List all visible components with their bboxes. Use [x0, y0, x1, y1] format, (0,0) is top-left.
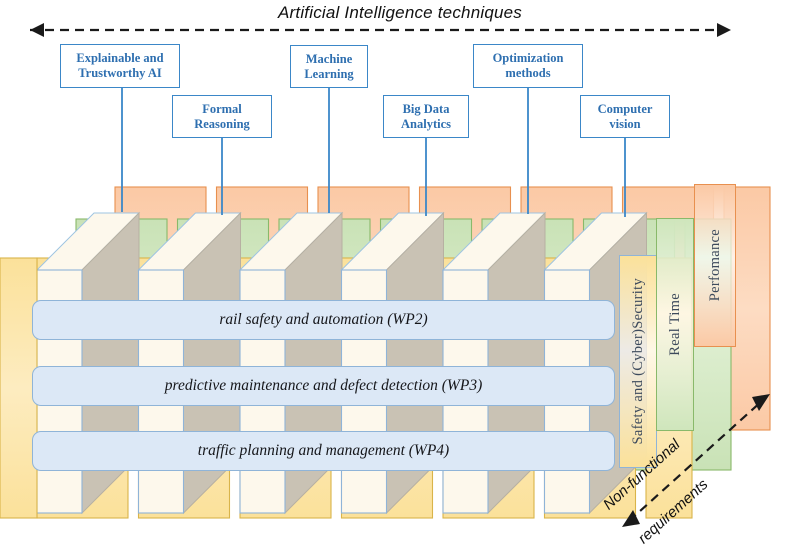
ai-technique-box-computer-vision[interactable]: Computer vision	[580, 95, 670, 138]
figure-canvas: Artificial Intelligence techniques Expla…	[0, 0, 800, 547]
ai-technique-label-machine-learning: Machine	[305, 51, 353, 66]
ai-technique-text-computer-vision: Computer vision	[581, 102, 669, 132]
ai-technique-label-explainable-trustworthy-ai: Explainable and	[76, 51, 164, 65]
ai-technique-text-machine-learning: Machine Learning	[291, 52, 367, 82]
ai-technique-label2-explainable-trustworthy-ai: Trustworthy AI	[78, 66, 162, 80]
ai-technique-label2-computer-vision: vision	[609, 116, 641, 131]
ai-technique-label2-formal-reasoning: Reasoning	[194, 116, 250, 131]
ai-technique-label2-big-data-analytics: Analytics	[401, 116, 451, 131]
ai-technique-label-optimization-methods: Optimization	[492, 51, 564, 65]
ai-technique-box-explainable-trustworthy-ai[interactable]: Explainable and Trustworthy AI	[60, 44, 180, 88]
ai-technique-text-optimization-methods: Optimization methods	[474, 51, 582, 81]
ai-technique-box-optimization-methods[interactable]: Optimization methods	[473, 44, 583, 88]
ai-technique-label2-machine-learning: Learning	[304, 66, 354, 81]
ai-technique-label-computer-vision: Computer	[597, 101, 653, 116]
ai-technique-box-formal-reasoning[interactable]: Formal Reasoning	[172, 95, 272, 138]
ai-technique-box-machine-learning[interactable]: Machine Learning	[290, 45, 368, 88]
ai-technique-box-big-data-analytics[interactable]: Big Data Analytics	[383, 95, 469, 138]
ai-technique-text-explainable-trustworthy-ai: Explainable and Trustworthy AI	[61, 51, 179, 81]
ai-technique-label-formal-reasoning: Formal	[202, 101, 242, 116]
ai-technique-text-big-data-analytics: Big Data Analytics	[384, 102, 468, 132]
ai-technique-label2-optimization-methods: methods	[505, 66, 551, 80]
ai-technique-label-big-data-analytics: Big Data	[402, 101, 450, 116]
ai-technique-text-formal-reasoning: Formal Reasoning	[173, 102, 271, 132]
